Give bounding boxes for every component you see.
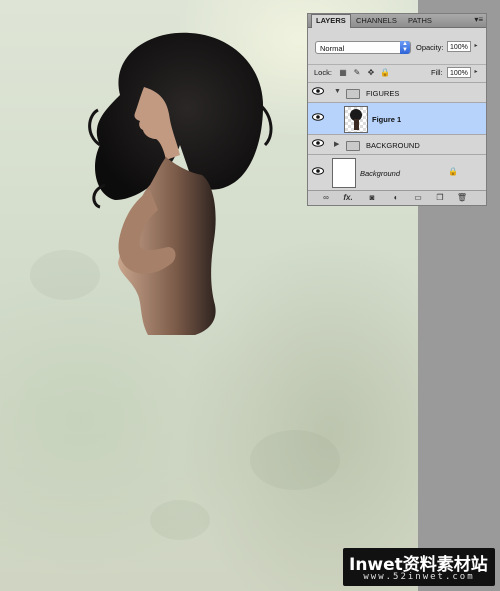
lock-label: Lock: <box>314 68 332 77</box>
lock-position-icon[interactable]: ✥ <box>366 68 376 78</box>
lock-all-icon[interactable]: 🔒 <box>380 68 390 78</box>
layer-name-background: Background <box>360 169 401 178</box>
layer-row-figure-1[interactable]: Figure 1 <box>308 102 486 134</box>
new-group-icon[interactable]: ▭ <box>412 193 424 203</box>
texture-stain <box>250 430 340 490</box>
layer-row-background[interactable]: Background 🔒 <box>308 154 486 190</box>
blend-mode-select[interactable]: Normal ▲ ▼ <box>315 41 411 54</box>
panel-footer: ∞ fx. ◙ ◐ ▭ ❐ 🗑 <box>308 190 486 205</box>
layer-thumbnail <box>344 106 368 133</box>
link-icon[interactable]: ∞ <box>320 193 332 203</box>
mask-icon[interactable]: ◙ <box>366 193 378 203</box>
trash-icon[interactable]: 🗑 <box>456 193 468 203</box>
blend-mode-value: Normal <box>320 44 345 53</box>
adjustment-icon[interactable]: ◐ <box>390 193 402 203</box>
panel-tab-bar: LAYERS CHANNELS PATHS ▾≡ <box>308 14 486 28</box>
watermark-logo: Inwet资料素材站 www.52inwet.com <box>343 548 495 586</box>
panel-menu-icon[interactable]: ▾≡ <box>474 15 483 24</box>
chevron-updown-icon: ▲ ▼ <box>400 41 410 54</box>
folder-icon <box>346 89 360 99</box>
layer-row-background-group[interactable]: ▶ BACKGROUND <box>308 134 486 154</box>
lock-image-icon[interactable]: ✎ <box>352 68 362 78</box>
folder-icon <box>346 141 360 151</box>
tab-layers[interactable]: LAYERS <box>311 14 351 28</box>
expand-triangle-icon[interactable]: ▼ <box>334 88 341 95</box>
eye-icon[interactable] <box>312 87 324 99</box>
fill-label: Fill: <box>431 68 443 77</box>
layer-name-figure-1: Figure 1 <box>372 115 402 124</box>
layer-row-figures[interactable]: ▼ FIGURES <box>308 82 486 102</box>
eye-icon[interactable] <box>312 139 324 151</box>
opacity-label: Opacity: <box>416 43 444 52</box>
collapse-triangle-icon[interactable]: ▶ <box>334 140 339 148</box>
new-layer-icon[interactable]: ❐ <box>434 193 446 203</box>
opacity-field[interactable]: 100% <box>447 41 471 52</box>
fx-icon[interactable]: fx. <box>342 193 354 203</box>
fill-arrow-icon[interactable]: ▸ <box>472 67 480 78</box>
tab-channels[interactable]: CHANNELS <box>352 15 401 27</box>
layer-name-figures: FIGURES <box>366 89 400 98</box>
watermark-url: www.52inwet.com <box>363 572 475 582</box>
texture-stain <box>150 500 210 540</box>
tab-paths[interactable]: PATHS <box>404 15 436 27</box>
opacity-arrow-icon[interactable]: ▸ <box>472 41 480 52</box>
layers-panel[interactable]: LAYERS CHANNELS PATHS ▾≡ Normal ▲ ▼ Opaci… <box>307 13 487 206</box>
layer-name-background-group: BACKGROUND <box>366 141 420 150</box>
eye-icon[interactable] <box>312 113 324 125</box>
eye-icon[interactable] <box>312 167 324 179</box>
layer-thumbnail <box>332 158 356 188</box>
lock-transparency-icon[interactable]: ▦ <box>338 68 348 78</box>
fill-field[interactable]: 100% <box>447 67 471 78</box>
woman-figure-silhouette <box>88 32 273 335</box>
lock-icon: 🔒 <box>448 167 458 176</box>
